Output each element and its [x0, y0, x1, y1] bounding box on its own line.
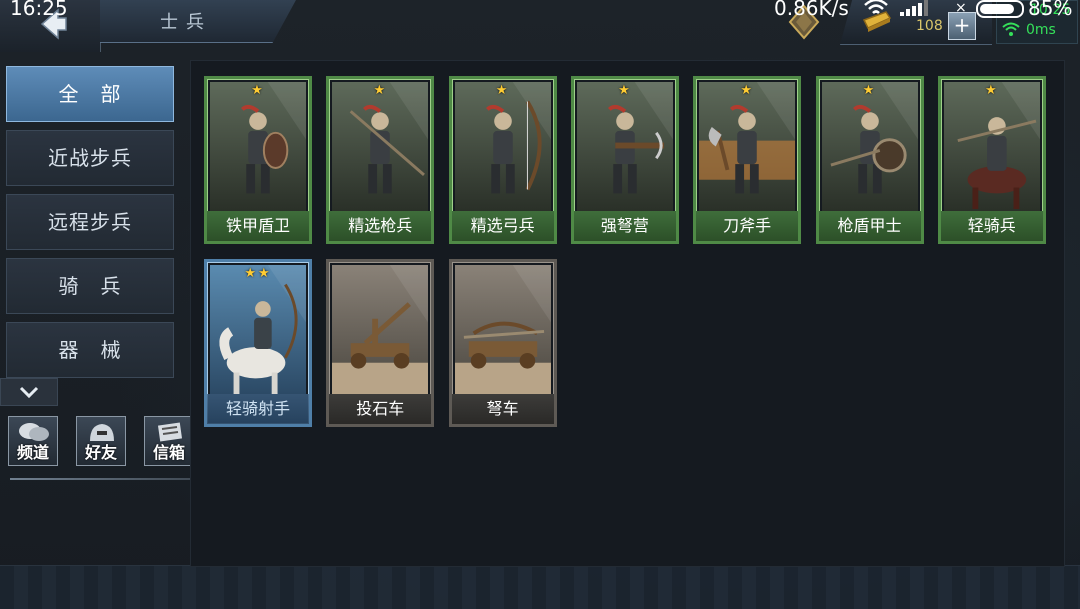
unit-portrait — [210, 82, 306, 211]
unit-card[interactable]: ★ 枪盾甲士 — [815, 76, 924, 244]
star-rating: ★ — [251, 83, 265, 98]
unit-name: 枪盾甲士 — [818, 211, 921, 241]
unit-card[interactable]: ★ 精选弓兵 — [448, 76, 557, 244]
bottom-decoration — [0, 565, 1080, 609]
chevron-down-icon — [19, 386, 39, 399]
star-rating: ★ — [984, 83, 999, 98]
unit-card[interactable]: 弩车 — [448, 259, 557, 427]
mail-label: 信箱 — [152, 443, 185, 462]
star-rating: ★ — [618, 83, 632, 98]
category-tab-1[interactable]: 近战步兵 — [6, 130, 174, 186]
category-tab-4[interactable]: 器 械 — [6, 322, 174, 378]
unit-card[interactable]: ★ 刀斧手 — [693, 76, 802, 244]
unit-portrait — [210, 265, 306, 394]
category-tab-0[interactable]: 全 部 — [6, 66, 174, 122]
unit-card[interactable]: ★★ 轻骑射手 — [204, 259, 312, 427]
wifi-ping-icon — [1002, 22, 1020, 36]
star-rating: ★ — [740, 83, 755, 98]
unit-portrait — [332, 82, 429, 211]
channel-button[interactable]: 频道 — [8, 416, 58, 466]
no-sim-icon: × — [955, 0, 967, 16]
friends-button[interactable]: 好友 — [76, 416, 126, 466]
unit-portrait — [943, 82, 1040, 211]
unit-name: 刀斧手 — [696, 211, 799, 241]
unit-card[interactable]: ★ 铁甲盾卫 — [204, 76, 312, 244]
battery-icon — [976, 0, 1024, 18]
unit-card[interactable]: ★ 精选枪兵 — [326, 76, 435, 244]
star-rating: ★★ — [244, 266, 272, 281]
ping-value: 0ms — [1026, 22, 1056, 38]
unit-portrait — [821, 82, 918, 211]
unit-name: 强弩营 — [573, 211, 676, 241]
category-tab-2[interactable]: 远程步兵 — [6, 194, 174, 250]
unit-name: 铁甲盾卫 — [207, 211, 309, 241]
unit-portrait — [699, 82, 796, 211]
unit-name: 精选枪兵 — [329, 211, 432, 241]
expand-sidebar-button[interactable] — [0, 378, 58, 406]
channel-label: 频道 — [16, 443, 49, 462]
battery-percent: 85% — [1028, 0, 1073, 20]
unit-portrait — [576, 82, 673, 211]
status-time: 16:25 — [10, 0, 68, 20]
signal-icon — [900, 0, 928, 16]
star-rating: ★ — [862, 83, 877, 98]
star-rating: ★ — [373, 83, 388, 98]
unit-name: 弩车 — [451, 394, 554, 424]
mail-button[interactable]: 信箱 — [144, 416, 194, 466]
star-rating: ★ — [495, 83, 510, 98]
network-speed: 0.86K/s — [774, 0, 849, 20]
unit-card[interactable]: ★ 强弩营 — [570, 76, 679, 244]
unit-name: 投石车 — [329, 394, 432, 424]
unit-name: 轻骑兵 — [940, 211, 1043, 241]
unit-portrait — [454, 82, 551, 211]
category-sidebar: 全 部近战步兵远程步兵骑 兵器 械 — [0, 58, 182, 408]
friends-label: 好友 — [84, 443, 117, 462]
unit-card[interactable]: ★ 轻骑兵 — [937, 76, 1046, 244]
status-bar: 16:25 0.86K/s × 85% — [0, 0, 1080, 22]
unit-name: 精选弓兵 — [451, 211, 554, 241]
unit-portrait — [332, 265, 429, 394]
unit-card[interactable]: 投石车 — [326, 259, 435, 427]
unit-portrait — [454, 265, 551, 394]
category-tab-3[interactable]: 骑 兵 — [6, 258, 174, 314]
wifi-icon — [864, 0, 888, 14]
unit-name: 轻骑射手 — [207, 394, 309, 424]
